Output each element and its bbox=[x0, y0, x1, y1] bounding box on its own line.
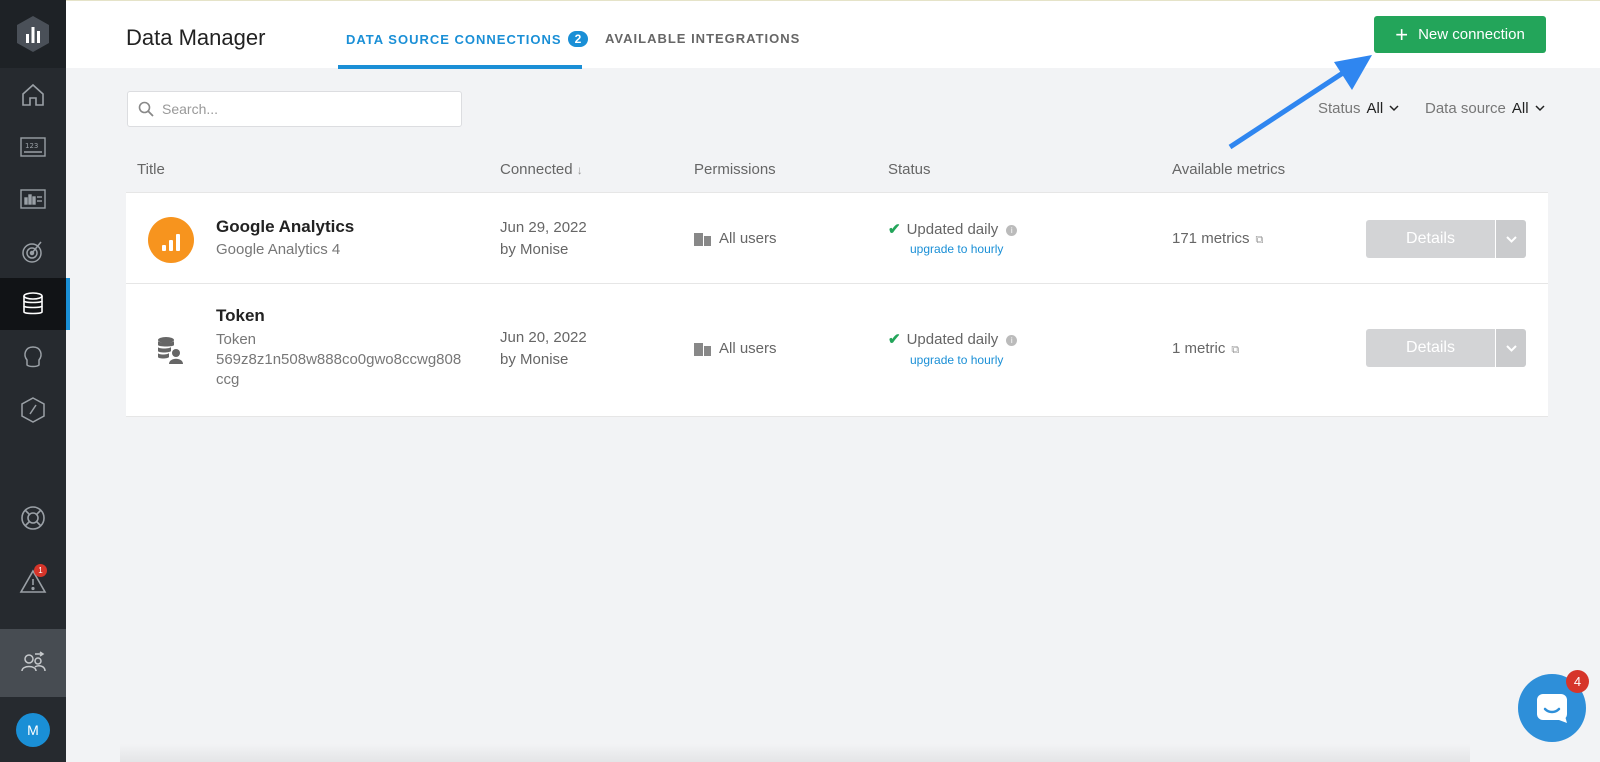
sort-arrow-icon: ↓ bbox=[576, 163, 583, 177]
connected-by: by Monise bbox=[500, 351, 569, 368]
data-source-filter-label: Data source bbox=[1425, 100, 1506, 117]
search-box[interactable] bbox=[127, 91, 462, 127]
dashboard-icon[interactable] bbox=[0, 173, 66, 225]
svg-text:123: 123 bbox=[25, 142, 38, 150]
status: ✔ Updated daily i bbox=[888, 330, 1018, 348]
details-dropdown-button[interactable] bbox=[1496, 220, 1526, 258]
people-icon[interactable] bbox=[0, 629, 66, 697]
chevron-down-icon bbox=[1505, 235, 1517, 243]
tab-data-source-connections[interactable]: DATA SOURCE CONNECTIONS 2 bbox=[346, 31, 589, 47]
building-icon bbox=[694, 342, 711, 356]
metrics-link[interactable]: 1 metric ⧉ bbox=[1172, 340, 1239, 357]
check-icon: ✔ bbox=[888, 331, 901, 348]
home-icon[interactable] bbox=[0, 69, 66, 121]
permissions: All users bbox=[694, 340, 777, 357]
database-user-icon bbox=[158, 337, 183, 364]
status: ✔ Updated daily i bbox=[888, 220, 1018, 238]
row-title[interactable]: Google Analytics bbox=[216, 217, 354, 237]
details-split-button: Details bbox=[1366, 220, 1526, 258]
external-link-icon: ⧉ bbox=[1255, 234, 1264, 246]
info-icon[interactable]: i bbox=[1006, 334, 1018, 346]
connected-date: Jun 29, 2022 bbox=[500, 219, 587, 236]
connected-by: by Monise bbox=[500, 241, 569, 258]
search-input[interactable] bbox=[162, 101, 442, 117]
metrics-count: 1 metric bbox=[1172, 340, 1226, 357]
database-icon[interactable] bbox=[0, 278, 70, 330]
avatar[interactable]: M bbox=[16, 713, 50, 747]
page-title: Data Manager bbox=[126, 25, 266, 50]
data-source-filter-value: All bbox=[1511, 100, 1529, 117]
plus-icon: + bbox=[1395, 21, 1409, 47]
status-filter[interactable]: Status All bbox=[1318, 100, 1399, 117]
search-icon bbox=[138, 101, 154, 117]
column-header-connected-label: Connected bbox=[500, 161, 573, 178]
status-filter-value: All bbox=[1366, 100, 1384, 117]
building-icon bbox=[694, 232, 711, 246]
goals-icon[interactable] bbox=[0, 225, 66, 277]
google-analytics-icon bbox=[148, 217, 194, 263]
status-label: Updated daily bbox=[906, 331, 999, 348]
table-row[interactable]: Google Analytics Google Analytics 4 Jun … bbox=[126, 193, 1548, 284]
metrics-link[interactable]: 171 metrics ⧉ bbox=[1172, 230, 1263, 247]
upgrade-link[interactable]: upgrade to hourly bbox=[910, 353, 1003, 367]
new-connection-label: New connection bbox=[1418, 26, 1525, 43]
speed-icon[interactable] bbox=[0, 384, 66, 436]
new-connection-button[interactable]: + New connection bbox=[1374, 16, 1546, 53]
chat-icon bbox=[1537, 694, 1567, 723]
chevron-down-icon bbox=[1535, 105, 1545, 112]
tab-label: DATA SOURCE CONNECTIONS bbox=[346, 31, 562, 47]
numbers-icon[interactable]: 123 bbox=[0, 121, 66, 173]
connections-table: Google Analytics Google Analytics 4 Jun … bbox=[126, 192, 1548, 417]
permissions-label: All users bbox=[719, 340, 777, 357]
row-subtitle-line-3: ccg bbox=[216, 371, 240, 388]
chevron-down-icon bbox=[1389, 105, 1399, 112]
data-source-filter[interactable]: Data source All bbox=[1425, 100, 1545, 117]
details-button[interactable]: Details bbox=[1366, 329, 1495, 367]
permissions: All users bbox=[694, 230, 777, 247]
row-subtitle-line-1: Token bbox=[216, 331, 257, 348]
databox-logo-icon[interactable] bbox=[0, 0, 66, 68]
chat-unread-badge: 4 bbox=[1566, 670, 1589, 693]
external-link-icon: ⧉ bbox=[1231, 344, 1240, 356]
bottom-shadow bbox=[120, 744, 1470, 762]
details-button[interactable]: Details bbox=[1366, 220, 1495, 258]
row-subtitle-line-2: 569z8z1n508w888co0gwo8ccwg808 bbox=[216, 351, 462, 368]
check-icon: ✔ bbox=[888, 221, 901, 238]
row-subtitle: Google Analytics 4 bbox=[216, 241, 341, 258]
column-header-available-metrics[interactable]: Available metrics bbox=[1172, 161, 1285, 178]
permissions-label: All users bbox=[719, 230, 777, 247]
connected-date: Jun 20, 2022 bbox=[500, 329, 587, 346]
tab-available-integrations[interactable]: AVAILABLE INTEGRATIONS bbox=[605, 31, 800, 46]
table-row[interactable]: Token Token 569z8z1n508w888co0gwo8ccwg80… bbox=[126, 284, 1548, 417]
metrics-count: 171 metrics bbox=[1172, 230, 1250, 247]
info-icon[interactable]: i bbox=[1006, 224, 1018, 236]
connections-count-badge: 2 bbox=[567, 31, 589, 47]
upgrade-link[interactable]: upgrade to hourly bbox=[910, 242, 1003, 256]
active-tab-indicator bbox=[338, 65, 582, 69]
alerts-count-badge: 1 bbox=[34, 564, 47, 577]
help-icon[interactable] bbox=[0, 492, 66, 544]
details-dropdown-button[interactable] bbox=[1496, 329, 1526, 367]
column-header-permissions[interactable]: Permissions bbox=[694, 161, 776, 178]
column-header-title[interactable]: Title bbox=[137, 161, 165, 178]
details-split-button: Details bbox=[1366, 329, 1526, 367]
status-filter-label: Status bbox=[1318, 100, 1361, 117]
ideas-icon[interactable] bbox=[0, 331, 66, 383]
sidebar: 123 1 M bbox=[0, 0, 70, 762]
column-header-status[interactable]: Status bbox=[888, 161, 931, 178]
chevron-down-icon bbox=[1505, 344, 1517, 352]
status-label: Updated daily bbox=[906, 221, 999, 238]
column-header-connected[interactable]: Connected ↓ bbox=[500, 161, 583, 178]
alerts-icon[interactable]: 1 bbox=[0, 556, 66, 608]
row-title[interactable]: Token bbox=[216, 306, 265, 326]
